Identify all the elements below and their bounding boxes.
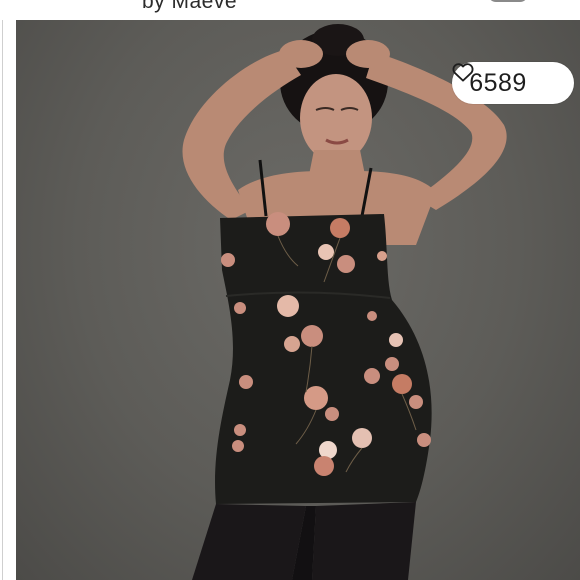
model-illustration bbox=[182, 24, 507, 580]
header-action-button[interactable] bbox=[488, 0, 528, 2]
listing-photo[interactable]: 6589 bbox=[16, 20, 580, 580]
left-leg bbox=[192, 504, 306, 580]
like-count: 6589 bbox=[469, 68, 527, 97]
right-hand bbox=[346, 40, 390, 68]
face bbox=[300, 74, 372, 162]
brand-name[interactable]: by Maeve bbox=[142, 0, 237, 14]
heart-outline-icon bbox=[452, 63, 557, 93]
left-divider bbox=[0, 20, 16, 580]
left-hand bbox=[279, 40, 323, 68]
right-leg bbox=[312, 502, 416, 580]
like-button[interactable]: 6589 bbox=[452, 62, 574, 104]
top-bar: by Maeve bbox=[0, 0, 580, 20]
